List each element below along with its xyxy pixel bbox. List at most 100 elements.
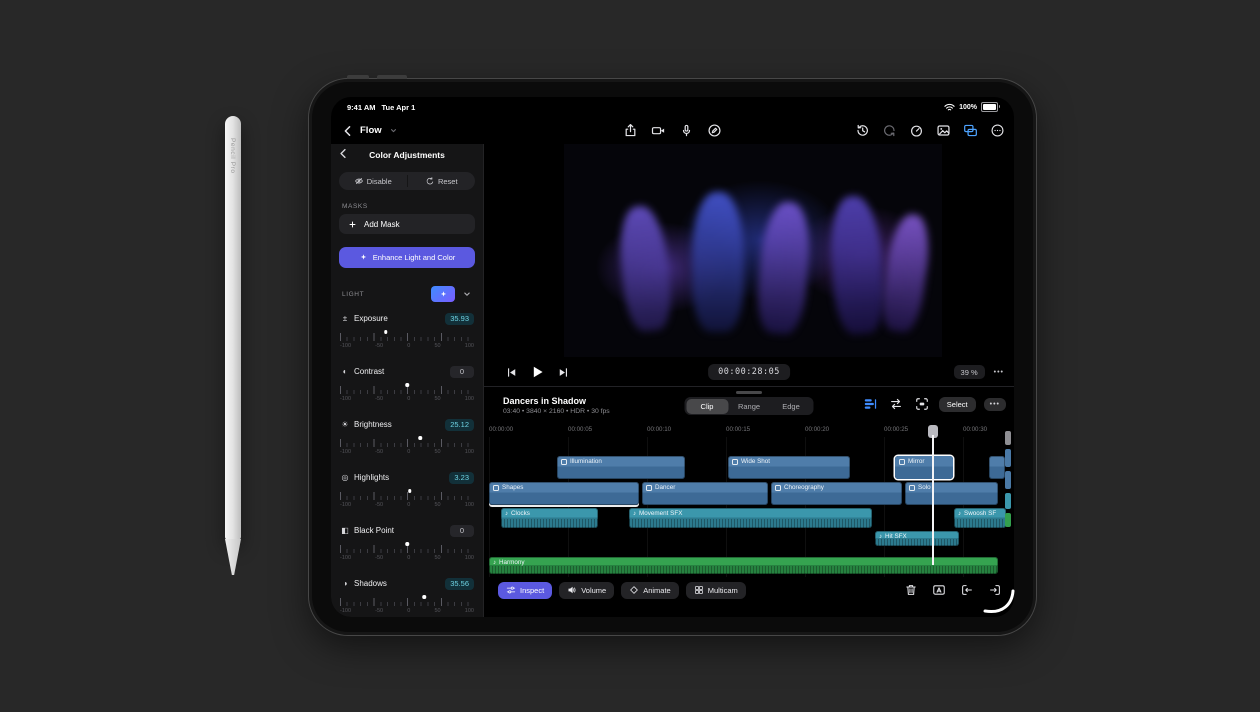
audio-lanes-icon[interactable]: [861, 395, 879, 413]
slider-marker[interactable]: [423, 595, 427, 599]
stage: Pencil Pro 9:41 AM Tue Apr 1 100%: [0, 0, 1260, 712]
viewer-more-button[interactable]: •••: [994, 369, 1004, 376]
slider-contrast[interactable]: ◐Contrast0-100-50050100: [331, 362, 483, 415]
clip-shapes[interactable]: Shapes: [489, 482, 639, 505]
slider-scale-labels: -100-50050100: [340, 608, 474, 614]
camera-icon[interactable]: [650, 122, 668, 140]
add-mask-button[interactable]: Add Mask: [339, 214, 475, 234]
timeline-more-button[interactable]: •••: [984, 398, 1006, 411]
slider-marker[interactable]: [419, 436, 423, 440]
clip-swoosh-sf[interactable]: ♪Swoosh SF: [954, 508, 1006, 528]
redo-icon[interactable]: [880, 122, 898, 140]
clip-hit-sfx[interactable]: ♪Hit SFX: [875, 531, 959, 546]
ipad: 9:41 AM Tue Apr 1 100%: [308, 78, 1037, 636]
slider-marker[interactable]: [405, 383, 409, 387]
clip-clocks[interactable]: ♪Clocks: [501, 508, 598, 528]
slider-ruler[interactable]: [340, 597, 474, 606]
back-chevron-icon[interactable]: [339, 122, 357, 140]
timeline-minimap[interactable]: [1005, 431, 1011, 527]
video-preview[interactable]: [564, 144, 942, 357]
overlay-icon[interactable]: [961, 122, 979, 140]
slider-ruler[interactable]: [340, 491, 474, 500]
reset-button[interactable]: Reset: [408, 172, 476, 190]
title-chevron-down-icon[interactable]: [385, 122, 403, 140]
caption-icon[interactable]: [930, 581, 948, 599]
clip-mirror[interactable]: Mirror: [895, 456, 953, 479]
volume-button-bar[interactable]: Volume: [559, 582, 614, 599]
disable-reset-segment: Disable Reset: [339, 172, 475, 190]
minimap-scroll-handle[interactable]: [1005, 431, 1011, 445]
project-title[interactable]: Flow: [360, 125, 382, 136]
clip-dancer[interactable]: Dancer: [642, 482, 768, 505]
slider-highlights[interactable]: ◎Highlights3.23-100-50050100: [331, 468, 483, 521]
insert-icon[interactable]: [958, 581, 976, 599]
slider-label: Brightness: [354, 420, 392, 429]
viewfinder-icon[interactable]: [913, 395, 931, 413]
slider-ruler[interactable]: [340, 332, 474, 341]
slider-icon: ☀: [340, 420, 350, 429]
ruler-label: 00:00:30: [963, 426, 987, 433]
timeline-resize-handle[interactable]: [736, 391, 762, 394]
clip-wide-shot[interactable]: Wide Shot: [728, 456, 850, 479]
clip-movement-sfx[interactable]: ♪Movement SFX: [629, 508, 872, 528]
battery-percent: 100%: [959, 104, 977, 111]
mode-range[interactable]: Range: [728, 399, 770, 414]
skip-back-icon[interactable]: [502, 363, 520, 381]
slider-ruler[interactable]: [340, 438, 474, 447]
play-button[interactable]: [528, 363, 546, 381]
slider-shadows[interactable]: ◑Shadows35.56-100-50050100: [331, 574, 483, 617]
mic-icon[interactable]: [678, 122, 696, 140]
clip-illumination[interactable]: Illumination: [557, 456, 685, 479]
slider-exposure[interactable]: ±Exposure35.93-100-50050100: [331, 309, 483, 362]
trash-icon[interactable]: [902, 581, 920, 599]
main-area: 00:00:28:05 39 % ••• Dancers in Shadow 0…: [484, 144, 1014, 617]
bottom-toolbar: Inspect Volume Animate Multicam: [484, 578, 1014, 602]
slider-value[interactable]: 35.93: [445, 313, 474, 325]
dancer-figure: [754, 200, 813, 336]
timeline-header: Dancers in Shadow 03:40 • 3840 × 2160 • …: [484, 389, 1014, 424]
clip-solo[interactable]: Solo: [905, 482, 998, 505]
clip-harmony[interactable]: ♪Harmony: [489, 557, 998, 574]
inspect-button[interactable]: Inspect: [498, 582, 552, 599]
share-icon[interactable]: [622, 122, 640, 140]
auto-enhance-wand-button[interactable]: [431, 286, 455, 302]
timeline-tracks[interactable]: Illumination Wide Shot Mirror ShapesDancerC…: [484, 437, 1014, 577]
light-collapse-chevron-icon[interactable]: [459, 286, 475, 302]
slider-icon: ±: [340, 314, 350, 323]
slider-marker[interactable]: [405, 542, 409, 546]
mode-edge[interactable]: Edge: [770, 399, 812, 414]
clip-untitled[interactable]: [989, 456, 1005, 479]
slider-brightness[interactable]: ☀Brightness25.12-100-50050100: [331, 415, 483, 468]
select-button[interactable]: Select: [939, 397, 976, 412]
annotate-icon[interactable]: [706, 122, 724, 140]
slider-value[interactable]: 0: [450, 366, 474, 378]
disable-button[interactable]: Disable: [339, 172, 407, 190]
speed-icon[interactable]: [907, 122, 925, 140]
enhance-light-color-button[interactable]: Enhance Light and Color: [339, 247, 475, 268]
slider-marker[interactable]: [408, 489, 412, 493]
slider-value[interactable]: 0: [450, 525, 474, 537]
more-circle-icon[interactable]: [988, 122, 1006, 140]
photo-icon[interactable]: [934, 122, 952, 140]
panel-back-chevron-icon[interactable]: [337, 147, 350, 160]
slider-ruler[interactable]: [340, 544, 474, 553]
slider-value[interactable]: 3.23: [449, 472, 474, 484]
history-icon[interactable]: [853, 122, 871, 140]
mode-clip[interactable]: Clip: [686, 399, 728, 414]
clip-name: Solo: [918, 484, 931, 491]
gesture-swoosh: [977, 587, 1017, 621]
slider-marker[interactable]: [384, 330, 388, 334]
status-bar: 9:41 AM Tue Apr 1 100%: [331, 97, 1014, 117]
clip-choreography[interactable]: Choreography: [771, 482, 902, 505]
slider-black-point[interactable]: ◧Black Point0-100-50050100: [331, 521, 483, 574]
slider-value[interactable]: 25.12: [445, 419, 474, 431]
zoom-level[interactable]: 39 %: [954, 365, 985, 379]
multicam-button[interactable]: Multicam: [686, 582, 746, 599]
skip-forward-icon[interactable]: [554, 363, 572, 381]
playhead-line: [932, 435, 934, 565]
animate-button[interactable]: Animate: [621, 582, 679, 599]
clip-name: Hit SFX: [885, 533, 907, 540]
slider-value[interactable]: 35.56: [445, 578, 474, 590]
slider-ruler[interactable]: [340, 385, 474, 394]
trim-swap-icon[interactable]: [887, 395, 905, 413]
